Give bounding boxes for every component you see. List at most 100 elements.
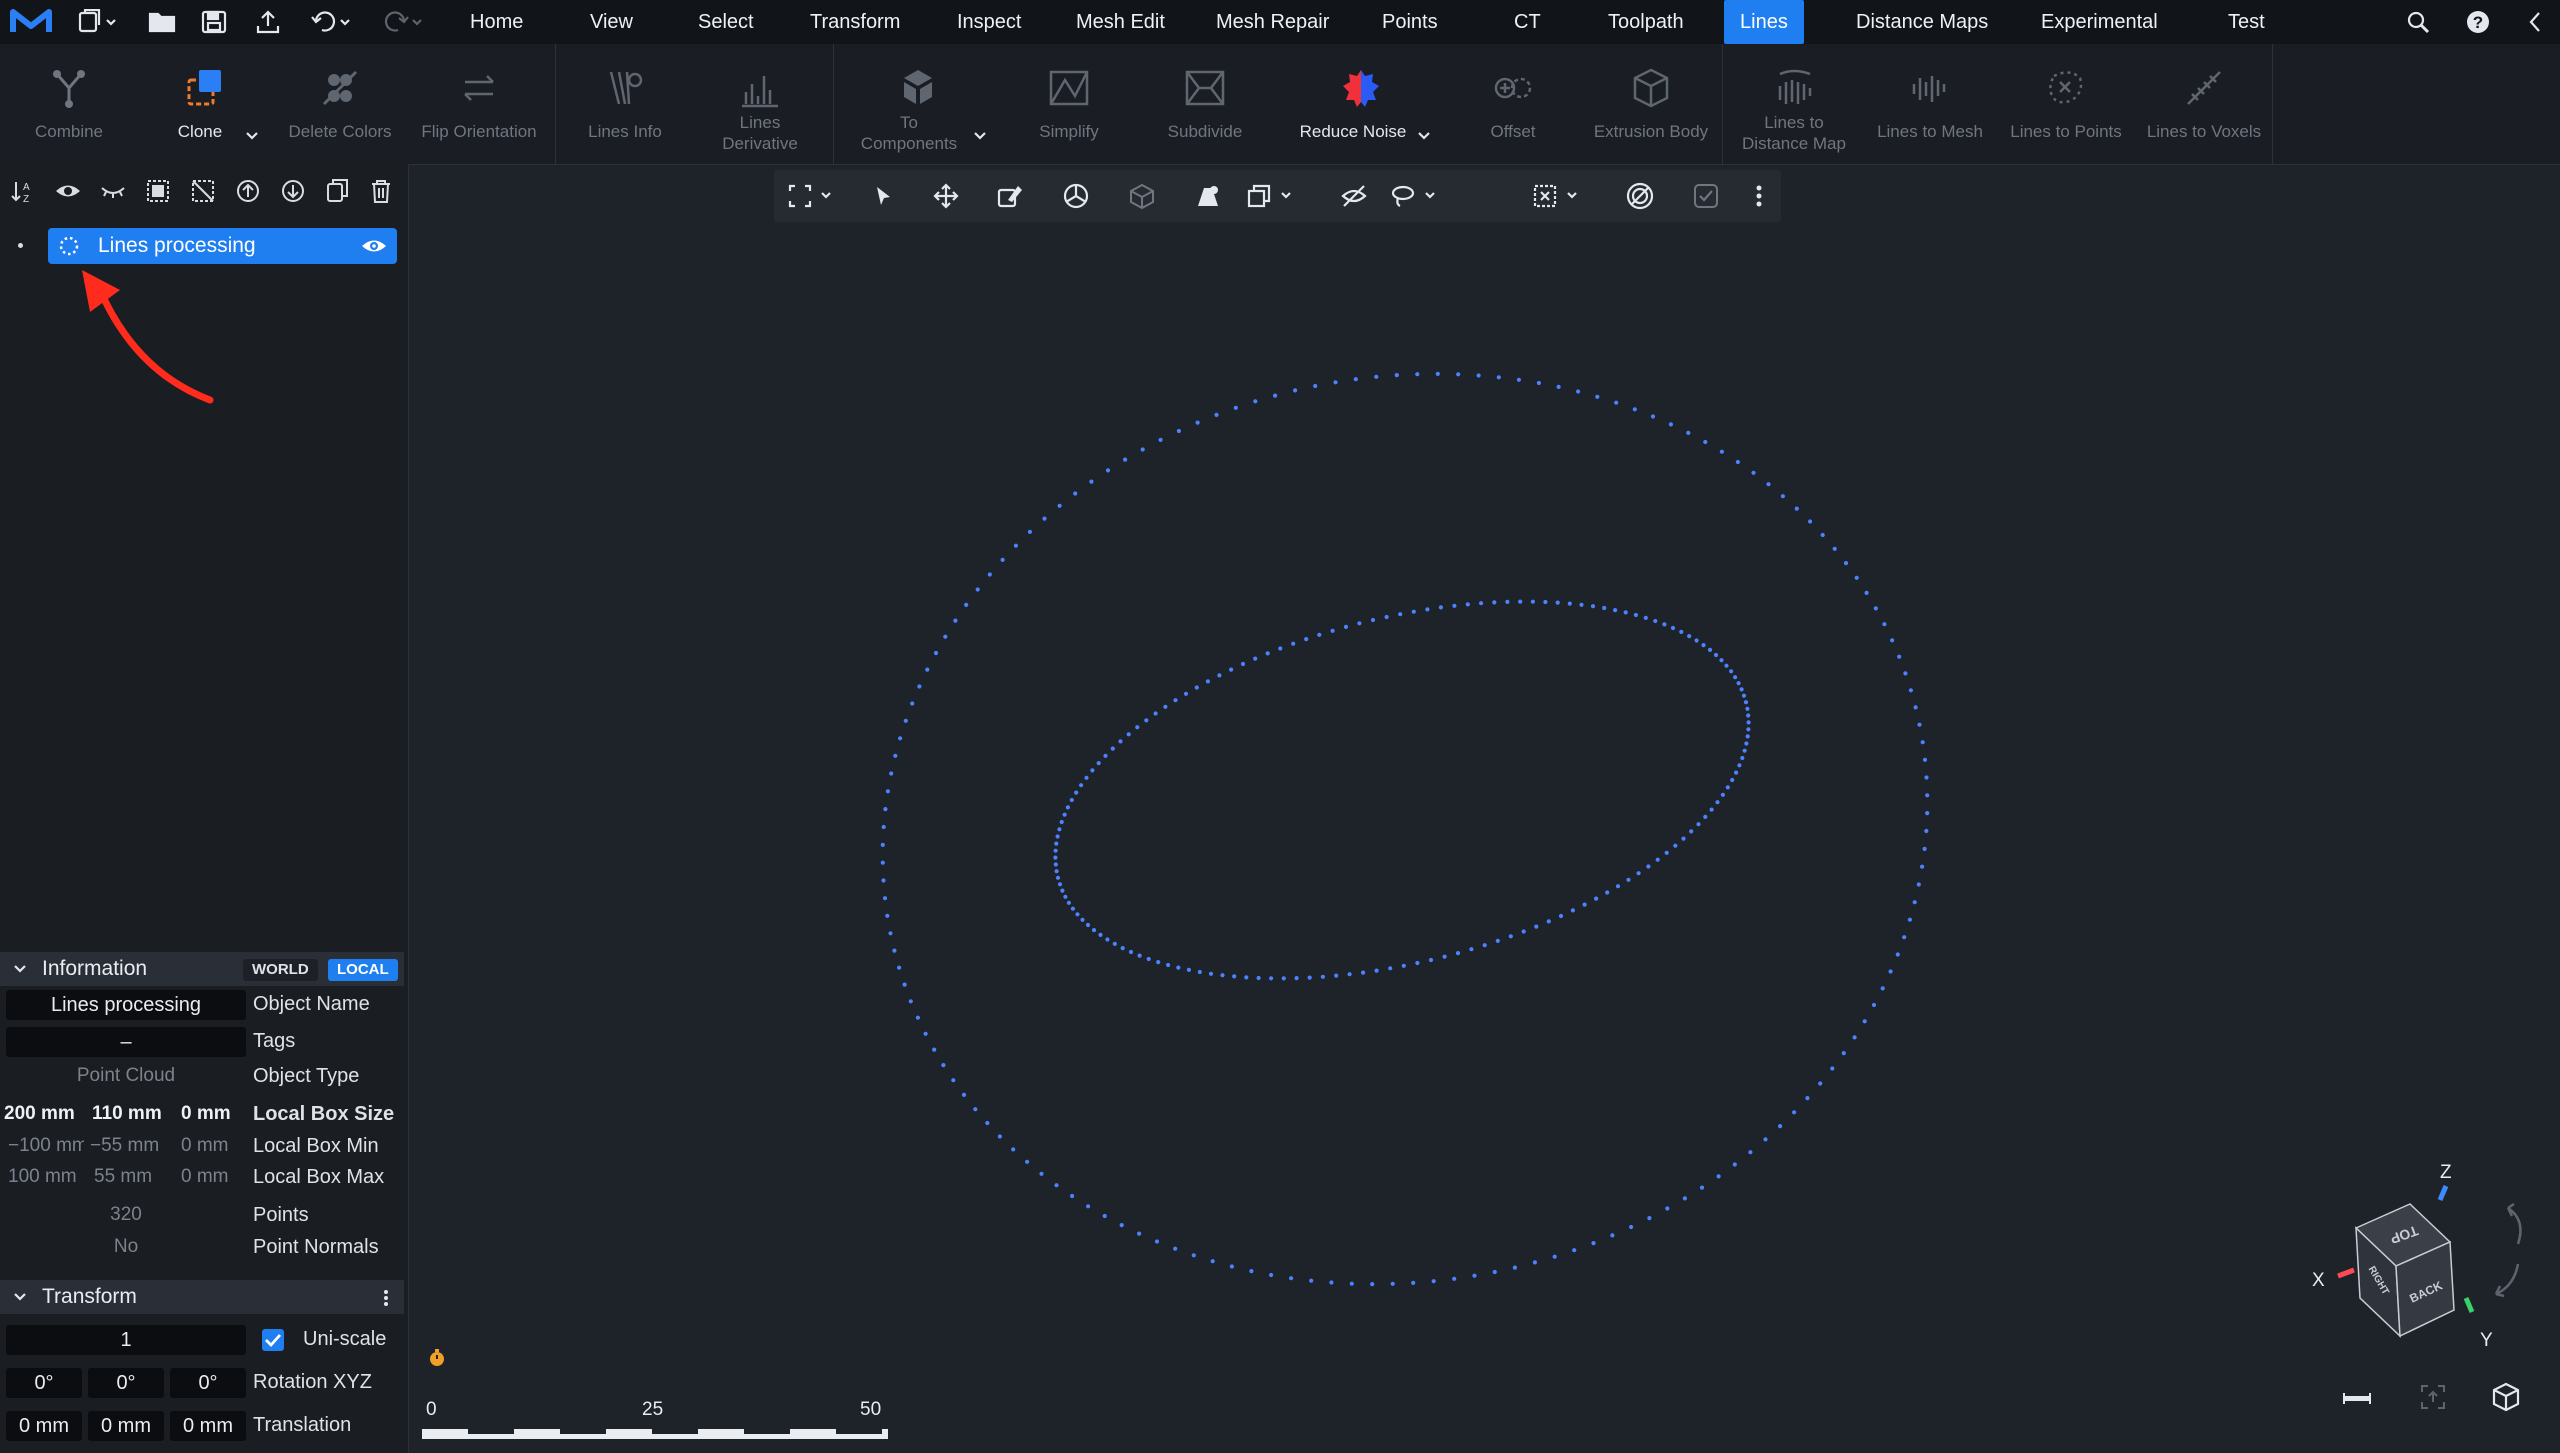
scale-field[interactable]: 1 xyxy=(6,1325,246,1355)
clear-selection-icon[interactable] xyxy=(1620,170,1660,222)
save-icon[interactable] xyxy=(196,0,232,44)
lines-info-button[interactable]: Lines Info xyxy=(580,44,670,164)
uniscale-checkbox[interactable] xyxy=(261,1328,285,1352)
fit-view-icon[interactable] xyxy=(784,170,840,222)
point xyxy=(1873,606,1878,611)
point xyxy=(1862,1019,1867,1024)
select-all-icon[interactable] xyxy=(143,176,173,206)
clip-box-icon[interactable] xyxy=(1244,170,1300,222)
flip-orientation-button[interactable]: Flip Orientation xyxy=(412,44,546,164)
menu-tab-mesh-repair[interactable]: Mesh Repair xyxy=(1216,0,1329,44)
translation-x-field[interactable]: 0 mm xyxy=(6,1411,82,1441)
clone-label: Clone xyxy=(177,122,223,141)
duplicate-icon[interactable] xyxy=(323,176,353,206)
menu-tab-inspect[interactable]: Inspect xyxy=(957,0,1021,44)
move-arrows-icon[interactable] xyxy=(926,170,966,222)
measure-ruler-icon[interactable] xyxy=(2340,1386,2374,1410)
menu-tab-mesh-edit[interactable]: Mesh Edit xyxy=(1076,0,1165,44)
box-size-z: 0 mm xyxy=(181,1103,231,1124)
menu-tab-toolpath[interactable]: Toolpath xyxy=(1608,0,1684,44)
search-icon[interactable] xyxy=(2400,0,2436,44)
lines-derivative-button[interactable]: Lines Derivative xyxy=(715,44,805,164)
lines-info-label: Lines Info xyxy=(588,122,662,141)
translation-z-field[interactable]: 0 mm xyxy=(170,1411,246,1441)
x-axis-line xyxy=(2337,1267,2355,1279)
more-vertical-icon[interactable] xyxy=(1744,170,1774,222)
undo-icon[interactable] xyxy=(306,0,358,44)
point xyxy=(1567,601,1572,606)
menu-tab-test[interactable]: Test xyxy=(2228,0,2265,44)
sort-icon[interactable]: AZ xyxy=(8,176,38,206)
rotation-x-field[interactable]: 0° xyxy=(6,1368,82,1398)
offset-icon xyxy=(1494,77,1532,99)
clone-button[interactable]: Clone xyxy=(160,44,258,164)
mesh-topology-icon[interactable] xyxy=(1122,170,1162,222)
lines-to-mesh-button[interactable]: Lines to Mesh xyxy=(1870,44,1990,164)
menu-tab-ct[interactable]: CT xyxy=(1514,0,1541,44)
menu-tab-select[interactable]: Select xyxy=(698,0,754,44)
local-toggle[interactable]: LOCAL xyxy=(328,959,398,981)
rotate-view-arrows-icon[interactable] xyxy=(2494,1202,2522,1298)
reduce-noise-dropdown-chevron-icon[interactable] xyxy=(1416,130,1432,142)
move-up-icon[interactable] xyxy=(233,176,263,206)
clone-dropdown-chevron-icon[interactable] xyxy=(244,130,260,142)
center-view-icon[interactable] xyxy=(2418,1382,2448,1412)
to-components-dropdown-chevron-icon[interactable] xyxy=(972,130,988,142)
simplify-button[interactable]: Simplify xyxy=(1024,44,1114,164)
extrusion-body-button[interactable]: Extrusion Body xyxy=(1588,44,1714,164)
rotate-wheel-icon[interactable] xyxy=(1056,170,1096,222)
delete-trash-icon[interactable] xyxy=(366,176,396,206)
scene-tree-item-lines-processing[interactable]: Lines processing xyxy=(48,228,397,264)
rotation-z-field[interactable]: 0° xyxy=(170,1368,246,1398)
point xyxy=(1626,877,1631,882)
object-name-field[interactable]: Lines processing xyxy=(6,990,246,1020)
point xyxy=(1916,882,1921,887)
visibility-eye-icon[interactable] xyxy=(360,236,388,256)
edit-object-icon[interactable] xyxy=(990,170,1030,222)
menu-tab-transform[interactable]: Transform xyxy=(810,0,900,44)
rotation-y-field[interactable]: 0° xyxy=(88,1368,164,1398)
hide-selection-icon[interactable] xyxy=(1334,170,1374,222)
app-logo[interactable] xyxy=(6,0,56,44)
transform-section-header[interactable]: Transform xyxy=(0,1280,404,1314)
new-file-icon[interactable] xyxy=(72,0,124,44)
view-cube[interactable]: TOP BACK RIGHT Z X Y xyxy=(2300,1160,2530,1350)
menu-tab-view[interactable]: View xyxy=(590,0,633,44)
stopwatch-icon[interactable] xyxy=(426,1346,448,1368)
menu-tab-distance-maps[interactable]: Distance Maps xyxy=(1856,0,1988,44)
menu-tab-lines[interactable]: Lines xyxy=(1724,0,1804,44)
world-toggle[interactable]: WORLD xyxy=(243,959,318,981)
confirm-check-icon[interactable] xyxy=(1686,170,1726,222)
export-icon[interactable] xyxy=(250,0,286,44)
information-section-header[interactable]: Information WORLD LOCAL xyxy=(0,952,404,986)
combine-button[interactable]: Combine xyxy=(24,44,114,164)
menu-tab-points[interactable]: Points xyxy=(1382,0,1438,44)
collapse-chevron-icon[interactable] xyxy=(2520,0,2550,44)
redo-icon[interactable] xyxy=(378,0,430,44)
select-cursor-icon[interactable] xyxy=(866,170,900,222)
more-options-icon[interactable] xyxy=(382,1289,390,1307)
open-folder-icon[interactable] xyxy=(144,0,180,44)
fill-shape-icon[interactable] xyxy=(1188,170,1228,222)
to-components-button[interactable]: To Components xyxy=(858,44,986,164)
delete-colors-button[interactable]: Delete Colors xyxy=(280,44,400,164)
reduce-noise-button[interactable]: Reduce Noise xyxy=(1296,44,1430,164)
move-down-icon[interactable] xyxy=(278,176,308,206)
show-all-eye-icon[interactable] xyxy=(53,176,83,206)
tags-field[interactable]: – xyxy=(6,1027,246,1057)
subdivide-button[interactable]: Subdivide xyxy=(1160,44,1250,164)
box-select-icon[interactable] xyxy=(1530,170,1586,222)
lines-to-points-button[interactable]: Lines to Points xyxy=(2006,44,2126,164)
lines-to-voxels-button[interactable]: Lines to Voxels xyxy=(2140,44,2268,164)
lasso-select-icon[interactable] xyxy=(1388,170,1444,222)
deselect-all-icon[interactable] xyxy=(188,176,218,206)
menu-tab-experimental[interactable]: Experimental xyxy=(2041,0,2158,44)
menu-tab-home[interactable]: Home xyxy=(470,0,523,44)
offset-button[interactable]: Offset xyxy=(1468,44,1558,164)
help-icon[interactable]: ? xyxy=(2460,0,2496,44)
lines-to-distance-map-button[interactable]: Lines to Distance Map xyxy=(1730,44,1858,164)
point xyxy=(1713,652,1719,658)
hide-all-eye-icon[interactable] xyxy=(98,176,128,206)
translation-y-field[interactable]: 0 mm xyxy=(88,1411,164,1441)
projection-cube-icon[interactable] xyxy=(2490,1381,2522,1413)
